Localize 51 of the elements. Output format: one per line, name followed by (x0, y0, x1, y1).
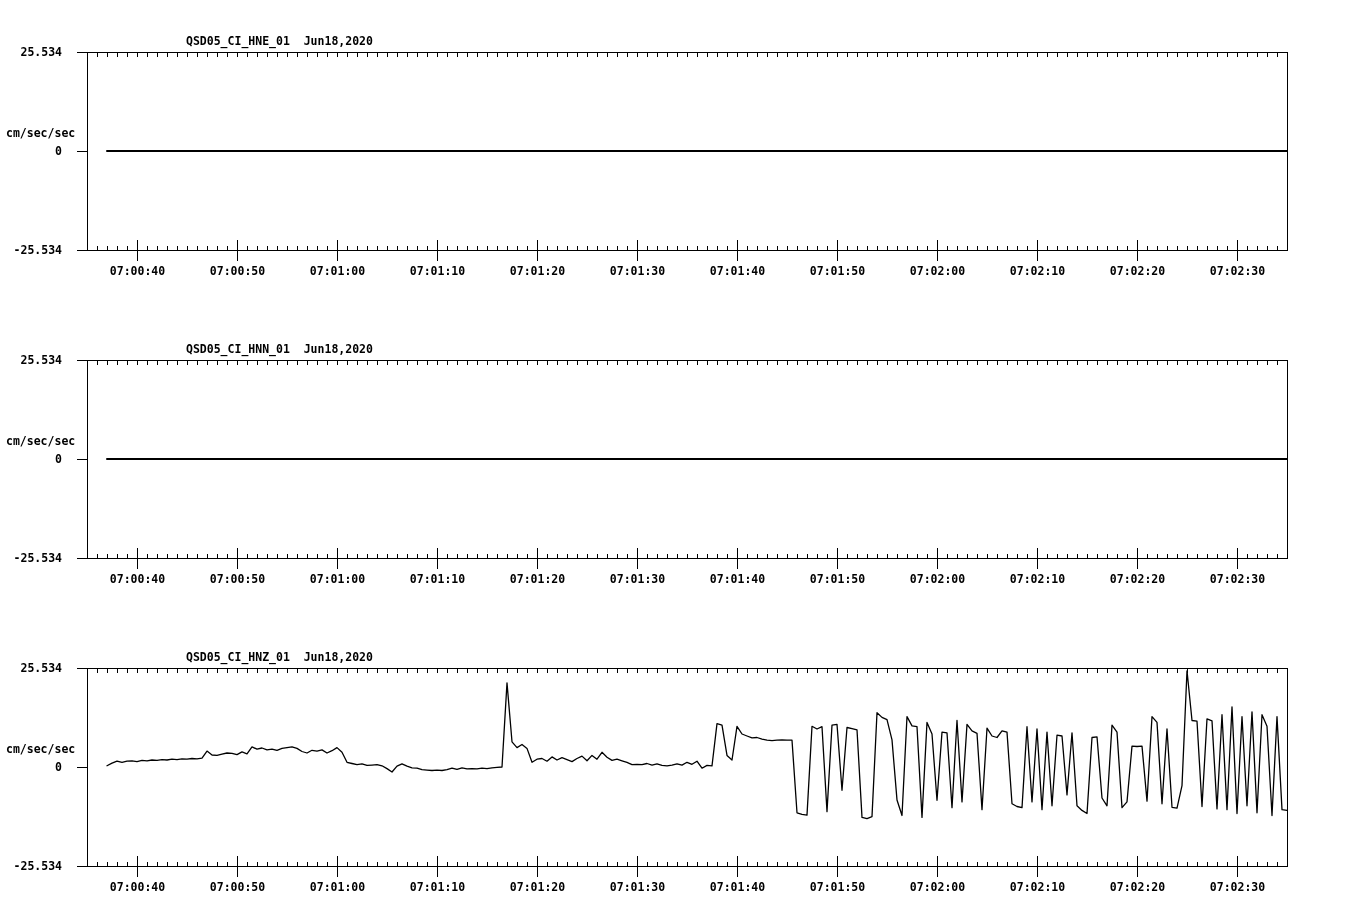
x-tick-label: 07:00:50 (209, 572, 266, 586)
x-tick-label: 07:02:00 (909, 264, 966, 278)
x-tick-label: 07:01:00 (309, 264, 366, 278)
x-tick-label: 07:02:10 (1009, 572, 1066, 586)
x-tick-label: 07:01:00 (309, 880, 366, 894)
x-tick-label: 07:00:40 (109, 264, 166, 278)
x-tick-label: 07:00:50 (209, 264, 266, 278)
x-tick-label: 07:00:40 (109, 880, 166, 894)
x-tick-label: 07:01:50 (809, 264, 866, 278)
x-tick-label: 07:02:30 (1209, 264, 1266, 278)
x-tick-label: 07:02:00 (909, 572, 966, 586)
y-tick-label: -25.534 (13, 551, 62, 565)
x-tick-label: 07:01:40 (709, 264, 766, 278)
x-tick-label: 07:01:30 (609, 880, 666, 894)
chart-title: QSD05_CI_HNZ_01 Jun18,2020 (186, 650, 373, 664)
x-tick-label: 07:02:30 (1209, 880, 1266, 894)
chart-title: QSD05_CI_HNE_01 Jun18,2020 (186, 34, 373, 48)
y-axis-label: cm/sec/sec (6, 126, 76, 140)
x-tick-label: 07:00:40 (109, 572, 166, 586)
x-tick-label: 07:01:20 (509, 264, 566, 278)
x-tick-label: 07:01:40 (709, 880, 766, 894)
x-tick-label: 07:02:10 (1009, 880, 1066, 894)
y-axis-label: cm/sec/sec (6, 742, 76, 756)
x-tick-label: 07:01:00 (309, 572, 366, 586)
y-tick-label: 25.534 (20, 45, 62, 59)
x-tick-label: 07:01:50 (809, 880, 866, 894)
x-tick-label: 07:01:40 (709, 572, 766, 586)
x-tick-label: 07:01:20 (509, 880, 566, 894)
x-tick-label: 07:01:30 (609, 572, 666, 586)
x-tick-label: 07:01:30 (609, 264, 666, 278)
x-tick-label: 07:02:20 (1109, 880, 1166, 894)
x-tick-label: 07:00:50 (209, 880, 266, 894)
x-tick-label: 07:01:10 (409, 880, 466, 894)
x-tick-label: 07:02:20 (1109, 264, 1166, 278)
y-tick-label: -25.534 (13, 859, 62, 873)
chart-title: QSD05_CI_HNN_01 Jun18,2020 (186, 342, 373, 356)
y-axis-label: cm/sec/sec (6, 434, 76, 448)
y-tick-label: 0 (55, 760, 62, 774)
x-tick-label: 07:02:20 (1109, 572, 1166, 586)
x-tick-label: 07:01:50 (809, 572, 866, 586)
x-tick-label: 07:01:20 (509, 572, 566, 586)
y-tick-label: 0 (55, 452, 62, 466)
y-tick-label: 25.534 (20, 353, 62, 367)
x-tick-label: 07:02:10 (1009, 264, 1066, 278)
y-tick-label: -25.534 (13, 243, 62, 257)
x-tick-label: 07:01:10 (409, 264, 466, 278)
x-tick-label: 07:02:00 (909, 880, 966, 894)
x-tick-label: 07:01:10 (409, 572, 466, 586)
y-tick-label: 0 (55, 144, 62, 158)
y-tick-label: 25.534 (20, 661, 62, 675)
x-tick-label: 07:02:30 (1209, 572, 1266, 586)
